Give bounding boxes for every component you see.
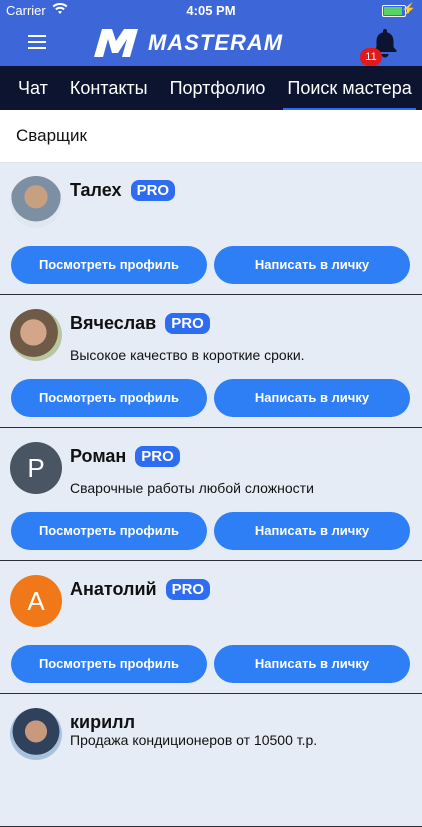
master-name-row: Анатолий PRO [70, 579, 211, 600]
master-card: Талех PRO Посмотреть профиль Написать в … [0, 162, 422, 295]
master-name: Вячеслав [70, 313, 157, 333]
search-field[interactable]: Сварщик [0, 110, 422, 163]
tab-bar: Чат Контакты Портфолио Поиск мастера [0, 66, 422, 111]
masters-list: Талех PRO Посмотреть профиль Написать в … [0, 162, 422, 827]
view-profile-button[interactable]: Посмотреть профиль [11, 645, 207, 683]
charging-icon: ⚡ [401, 2, 416, 16]
master-name-row: кирилл [70, 712, 135, 733]
app-header: MASTERAM 11 [0, 20, 422, 66]
status-bar: Carrier 4:05 PM ⚡ [0, 0, 422, 20]
search-query: Сварщик [16, 126, 87, 145]
master-card: кирилл Продажа кондиционеров от 10500 т.… [0, 694, 422, 827]
master-name-row: Роман PRO [70, 446, 180, 467]
master-name: Роман [70, 446, 127, 466]
message-button[interactable]: Написать в личку [214, 645, 410, 683]
pro-badge: PRO [165, 313, 210, 334]
master-card: Р Роман PRO Сварочные работы любой сложн… [0, 428, 422, 561]
avatar[interactable] [10, 176, 62, 228]
master-name: Талех [70, 180, 122, 200]
master-name: Анатолий [70, 579, 157, 599]
message-button[interactable]: Написать в личку [214, 246, 410, 284]
master-name: кирилл [70, 712, 136, 732]
master-description: Продажа кондиционеров от 10500 т.р. [70, 732, 318, 748]
notification-badge: 11 [360, 48, 382, 66]
logo-mark-icon [94, 29, 138, 57]
clock: 4:05 PM [186, 3, 236, 18]
avatar[interactable] [10, 708, 62, 760]
pro-badge: PRO [135, 446, 180, 467]
view-profile-button[interactable]: Посмотреть профиль [11, 246, 207, 284]
view-profile-button[interactable]: Посмотреть профиль [11, 379, 207, 417]
master-card: Вячеслав PRO Высокое качество в короткие… [0, 295, 422, 428]
master-description: Сварочные работы любой сложности [70, 480, 314, 496]
logo-text: MASTERAM [148, 30, 284, 55]
avatar[interactable]: Р [10, 442, 62, 494]
pro-badge: PRO [130, 180, 176, 201]
menu-icon[interactable] [28, 35, 46, 49]
message-button[interactable]: Написать в личку [214, 379, 410, 417]
avatar[interactable]: А [10, 575, 62, 627]
tab-chat[interactable]: Чат [14, 78, 52, 99]
tab-contacts[interactable]: Контакты [66, 78, 152, 99]
master-name-row: Талех PRO [70, 180, 176, 201]
view-profile-button[interactable]: Посмотреть профиль [11, 512, 207, 550]
tab-portfolio[interactable]: Портфолио [166, 78, 270, 99]
message-button[interactable]: Написать в личку [214, 512, 410, 550]
master-name-row: Вячеслав PRO [70, 313, 210, 334]
avatar[interactable] [10, 309, 62, 361]
pro-badge: PRO [165, 579, 211, 600]
master-card: А Анатолий PRO Посмотреть профиль Написа… [0, 561, 422, 694]
master-description: Высокое качество в короткие сроки. [70, 347, 305, 363]
app-logo: MASTERAM [90, 26, 283, 60]
tab-find-master[interactable]: Поиск мастера [283, 78, 417, 111]
